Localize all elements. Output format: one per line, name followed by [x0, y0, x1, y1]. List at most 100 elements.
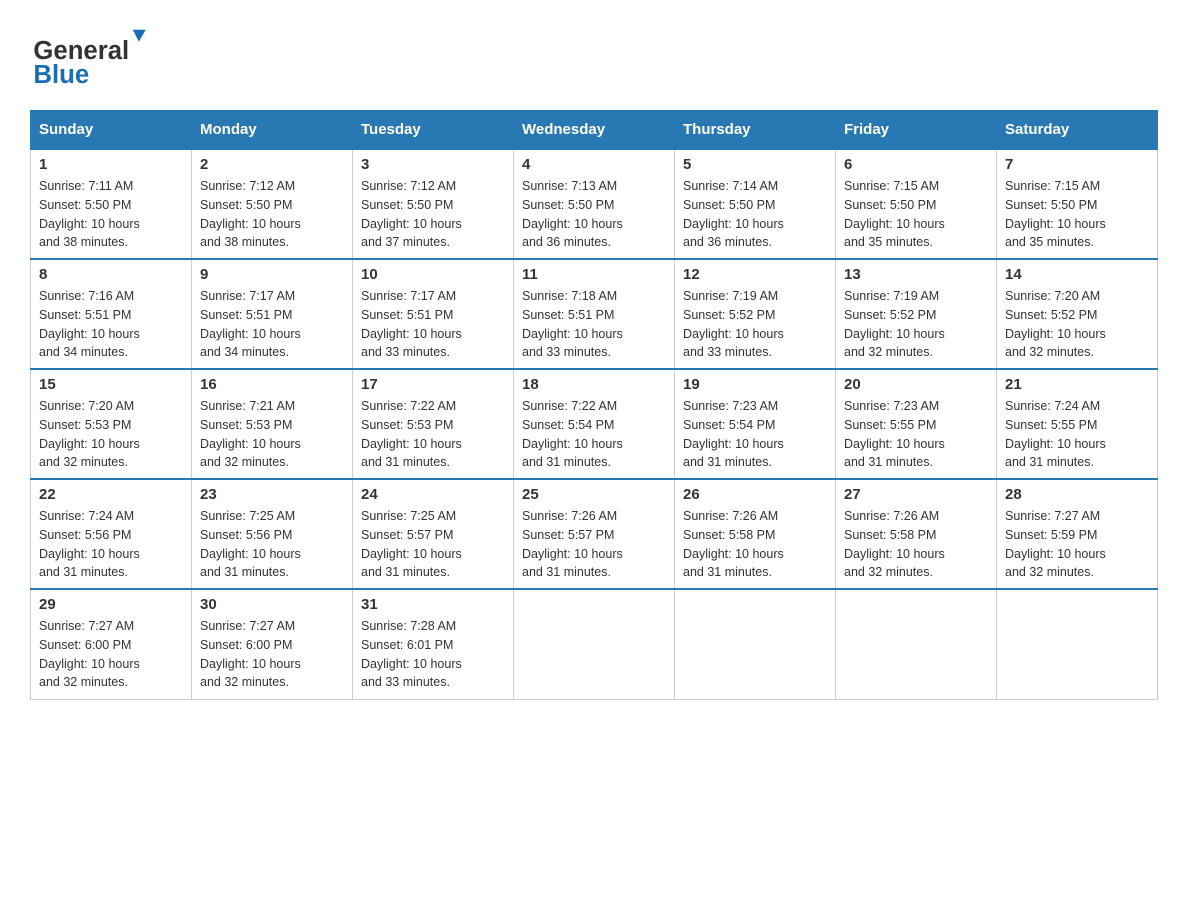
day-info: Sunrise: 7:17 AM Sunset: 5:51 PM Dayligh… — [361, 287, 505, 362]
day-number: 17 — [361, 376, 505, 393]
calendar-cell: 23 Sunrise: 7:25 AM Sunset: 5:56 PM Dayl… — [192, 479, 353, 589]
day-number: 22 — [39, 486, 183, 503]
day-info: Sunrise: 7:23 AM Sunset: 5:55 PM Dayligh… — [844, 397, 988, 472]
calendar-header-row: SundayMondayTuesdayWednesdayThursdayFrid… — [31, 111, 1158, 150]
day-info: Sunrise: 7:26 AM Sunset: 5:58 PM Dayligh… — [844, 507, 988, 582]
day-number: 11 — [522, 266, 666, 283]
page-header: General Blue — [30, 20, 1158, 90]
week-row-4: 22 Sunrise: 7:24 AM Sunset: 5:56 PM Dayl… — [31, 479, 1158, 589]
week-row-1: 1 Sunrise: 7:11 AM Sunset: 5:50 PM Dayli… — [31, 149, 1158, 259]
day-number: 20 — [844, 376, 988, 393]
calendar-cell: 2 Sunrise: 7:12 AM Sunset: 5:50 PM Dayli… — [192, 149, 353, 259]
day-number: 24 — [361, 486, 505, 503]
calendar-cell: 14 Sunrise: 7:20 AM Sunset: 5:52 PM Dayl… — [997, 259, 1158, 369]
day-number: 23 — [200, 486, 344, 503]
calendar-cell: 10 Sunrise: 7:17 AM Sunset: 5:51 PM Dayl… — [353, 259, 514, 369]
header-sunday: Sunday — [31, 111, 192, 150]
day-number: 5 — [683, 156, 827, 173]
calendar-cell: 26 Sunrise: 7:26 AM Sunset: 5:58 PM Dayl… — [675, 479, 836, 589]
day-number: 3 — [361, 156, 505, 173]
day-info: Sunrise: 7:26 AM Sunset: 5:57 PM Dayligh… — [522, 507, 666, 582]
day-info: Sunrise: 7:16 AM Sunset: 5:51 PM Dayligh… — [39, 287, 183, 362]
header-thursday: Thursday — [675, 111, 836, 150]
calendar-cell: 25 Sunrise: 7:26 AM Sunset: 5:57 PM Dayl… — [514, 479, 675, 589]
calendar-cell: 31 Sunrise: 7:28 AM Sunset: 6:01 PM Dayl… — [353, 589, 514, 699]
day-info: Sunrise: 7:12 AM Sunset: 5:50 PM Dayligh… — [200, 177, 344, 252]
calendar-cell: 16 Sunrise: 7:21 AM Sunset: 5:53 PM Dayl… — [192, 369, 353, 479]
calendar-cell: 28 Sunrise: 7:27 AM Sunset: 5:59 PM Dayl… — [997, 479, 1158, 589]
calendar-cell: 7 Sunrise: 7:15 AM Sunset: 5:50 PM Dayli… — [997, 149, 1158, 259]
header-tuesday: Tuesday — [353, 111, 514, 150]
day-number: 13 — [844, 266, 988, 283]
calendar-cell — [514, 589, 675, 699]
day-info: Sunrise: 7:28 AM Sunset: 6:01 PM Dayligh… — [361, 617, 505, 692]
calendar-cell — [836, 589, 997, 699]
day-number: 7 — [1005, 156, 1149, 173]
day-number: 9 — [200, 266, 344, 283]
calendar-cell: 19 Sunrise: 7:23 AM Sunset: 5:54 PM Dayl… — [675, 369, 836, 479]
day-info: Sunrise: 7:24 AM Sunset: 5:55 PM Dayligh… — [1005, 397, 1149, 472]
week-row-3: 15 Sunrise: 7:20 AM Sunset: 5:53 PM Dayl… — [31, 369, 1158, 479]
calendar-cell: 11 Sunrise: 7:18 AM Sunset: 5:51 PM Dayl… — [514, 259, 675, 369]
calendar-cell: 24 Sunrise: 7:25 AM Sunset: 5:57 PM Dayl… — [353, 479, 514, 589]
day-number: 28 — [1005, 486, 1149, 503]
day-number: 29 — [39, 596, 183, 613]
header-wednesday: Wednesday — [514, 111, 675, 150]
calendar-cell: 21 Sunrise: 7:24 AM Sunset: 5:55 PM Dayl… — [997, 369, 1158, 479]
day-number: 27 — [844, 486, 988, 503]
header-saturday: Saturday — [997, 111, 1158, 150]
calendar-cell: 22 Sunrise: 7:24 AM Sunset: 5:56 PM Dayl… — [31, 479, 192, 589]
day-number: 4 — [522, 156, 666, 173]
day-info: Sunrise: 7:15 AM Sunset: 5:50 PM Dayligh… — [1005, 177, 1149, 252]
calendar-cell: 8 Sunrise: 7:16 AM Sunset: 5:51 PM Dayli… — [31, 259, 192, 369]
day-info: Sunrise: 7:19 AM Sunset: 5:52 PM Dayligh… — [844, 287, 988, 362]
day-info: Sunrise: 7:27 AM Sunset: 6:00 PM Dayligh… — [200, 617, 344, 692]
day-number: 31 — [361, 596, 505, 613]
day-number: 8 — [39, 266, 183, 283]
day-info: Sunrise: 7:17 AM Sunset: 5:51 PM Dayligh… — [200, 287, 344, 362]
day-info: Sunrise: 7:11 AM Sunset: 5:50 PM Dayligh… — [39, 177, 183, 252]
calendar-cell: 4 Sunrise: 7:13 AM Sunset: 5:50 PM Dayli… — [514, 149, 675, 259]
day-info: Sunrise: 7:26 AM Sunset: 5:58 PM Dayligh… — [683, 507, 827, 582]
day-info: Sunrise: 7:21 AM Sunset: 5:53 PM Dayligh… — [200, 397, 344, 472]
day-info: Sunrise: 7:12 AM Sunset: 5:50 PM Dayligh… — [361, 177, 505, 252]
day-number: 10 — [361, 266, 505, 283]
day-info: Sunrise: 7:25 AM Sunset: 5:56 PM Dayligh… — [200, 507, 344, 582]
svg-text:Blue: Blue — [33, 61, 89, 89]
calendar-cell: 30 Sunrise: 7:27 AM Sunset: 6:00 PM Dayl… — [192, 589, 353, 699]
calendar-cell: 18 Sunrise: 7:22 AM Sunset: 5:54 PM Dayl… — [514, 369, 675, 479]
day-number: 1 — [39, 156, 183, 173]
day-number: 21 — [1005, 376, 1149, 393]
day-number: 15 — [39, 376, 183, 393]
calendar-cell — [997, 589, 1158, 699]
calendar-cell: 6 Sunrise: 7:15 AM Sunset: 5:50 PM Dayli… — [836, 149, 997, 259]
week-row-5: 29 Sunrise: 7:27 AM Sunset: 6:00 PM Dayl… — [31, 589, 1158, 699]
calendar-cell: 5 Sunrise: 7:14 AM Sunset: 5:50 PM Dayli… — [675, 149, 836, 259]
day-number: 14 — [1005, 266, 1149, 283]
calendar-cell: 17 Sunrise: 7:22 AM Sunset: 5:53 PM Dayl… — [353, 369, 514, 479]
calendar-cell: 13 Sunrise: 7:19 AM Sunset: 5:52 PM Dayl… — [836, 259, 997, 369]
calendar-cell: 3 Sunrise: 7:12 AM Sunset: 5:50 PM Dayli… — [353, 149, 514, 259]
day-info: Sunrise: 7:24 AM Sunset: 5:56 PM Dayligh… — [39, 507, 183, 582]
day-number: 26 — [683, 486, 827, 503]
day-number: 12 — [683, 266, 827, 283]
header-monday: Monday — [192, 111, 353, 150]
day-number: 30 — [200, 596, 344, 613]
day-info: Sunrise: 7:13 AM Sunset: 5:50 PM Dayligh… — [522, 177, 666, 252]
day-info: Sunrise: 7:25 AM Sunset: 5:57 PM Dayligh… — [361, 507, 505, 582]
week-row-2: 8 Sunrise: 7:16 AM Sunset: 5:51 PM Dayli… — [31, 259, 1158, 369]
logo: General Blue — [30, 20, 150, 90]
day-info: Sunrise: 7:14 AM Sunset: 5:50 PM Dayligh… — [683, 177, 827, 252]
day-number: 19 — [683, 376, 827, 393]
day-info: Sunrise: 7:18 AM Sunset: 5:51 PM Dayligh… — [522, 287, 666, 362]
day-number: 6 — [844, 156, 988, 173]
calendar-cell: 12 Sunrise: 7:19 AM Sunset: 5:52 PM Dayl… — [675, 259, 836, 369]
day-info: Sunrise: 7:22 AM Sunset: 5:53 PM Dayligh… — [361, 397, 505, 472]
day-info: Sunrise: 7:27 AM Sunset: 6:00 PM Dayligh… — [39, 617, 183, 692]
day-info: Sunrise: 7:22 AM Sunset: 5:54 PM Dayligh… — [522, 397, 666, 472]
calendar-cell: 9 Sunrise: 7:17 AM Sunset: 5:51 PM Dayli… — [192, 259, 353, 369]
day-info: Sunrise: 7:23 AM Sunset: 5:54 PM Dayligh… — [683, 397, 827, 472]
calendar-cell: 27 Sunrise: 7:26 AM Sunset: 5:58 PM Dayl… — [836, 479, 997, 589]
calendar-cell: 20 Sunrise: 7:23 AM Sunset: 5:55 PM Dayl… — [836, 369, 997, 479]
day-info: Sunrise: 7:20 AM Sunset: 5:53 PM Dayligh… — [39, 397, 183, 472]
